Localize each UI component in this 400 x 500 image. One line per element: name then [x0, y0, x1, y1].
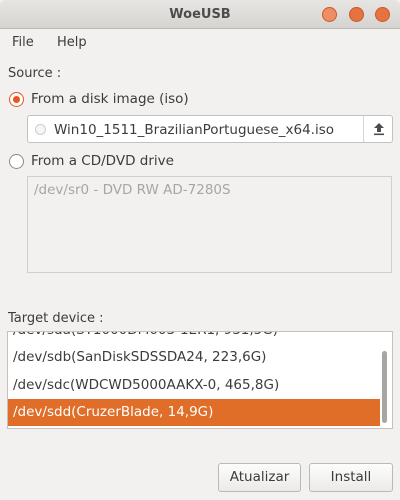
device-row[interactable]: /dev/sdb(SanDiskSDSSDA24, 223,6G) [8, 344, 380, 371]
iso-file-chooser[interactable]: Win10_1511_BrazilianPortuguese_x64.iso [27, 115, 393, 143]
device-row[interactable]: /dev/sdc(WDCWD5000AAKX-0, 465,8G) [8, 372, 380, 399]
window-title: WoeUSB [169, 7, 231, 22]
cd-drive-list: /dev/sr0 - DVD RW AD-7280S [27, 176, 392, 273]
install-button[interactable]: Install [309, 463, 393, 492]
close-button[interactable] [375, 7, 390, 22]
radio-disk-image[interactable] [9, 92, 24, 107]
radio-disk-image-label[interactable]: From a disk image (iso) [31, 91, 189, 107]
menu-help[interactable]: Help [57, 35, 87, 50]
menu-bar: File Help [0, 31, 400, 55]
iso-file-name: Win10_1511_BrazilianPortuguese_x64.iso [54, 122, 334, 138]
upload-icon[interactable] [370, 120, 388, 138]
device-list-scrollbar[interactable] [382, 351, 387, 423]
menu-file[interactable]: File [12, 35, 34, 50]
source-label: Source : [8, 66, 62, 81]
drive-item: /dev/sr0 - DVD RW AD-7280S [34, 182, 231, 198]
target-device-label: Target device : [8, 311, 104, 326]
update-button[interactable]: Atualizar [218, 463, 301, 492]
maximize-button[interactable] [349, 7, 364, 22]
device-row[interactable]: /dev/sda(ST1000DM003-1ER1, 931,5G) [8, 332, 380, 344]
title-bar[interactable]: WoeUSB [0, 0, 400, 29]
device-row-selected[interactable]: /dev/sdd(CruzerBlade, 14,9G) [8, 399, 380, 426]
disc-icon [35, 124, 46, 135]
radio-cd-drive[interactable] [9, 154, 24, 169]
radio-cd-drive-label[interactable]: From a CD/DVD drive [31, 153, 174, 169]
target-device-list[interactable]: /dev/sda(ST1000DM003-1ER1, 931,5G) /dev/… [7, 331, 393, 429]
file-chooser-divider [363, 116, 364, 142]
minimize-button[interactable] [322, 7, 337, 22]
